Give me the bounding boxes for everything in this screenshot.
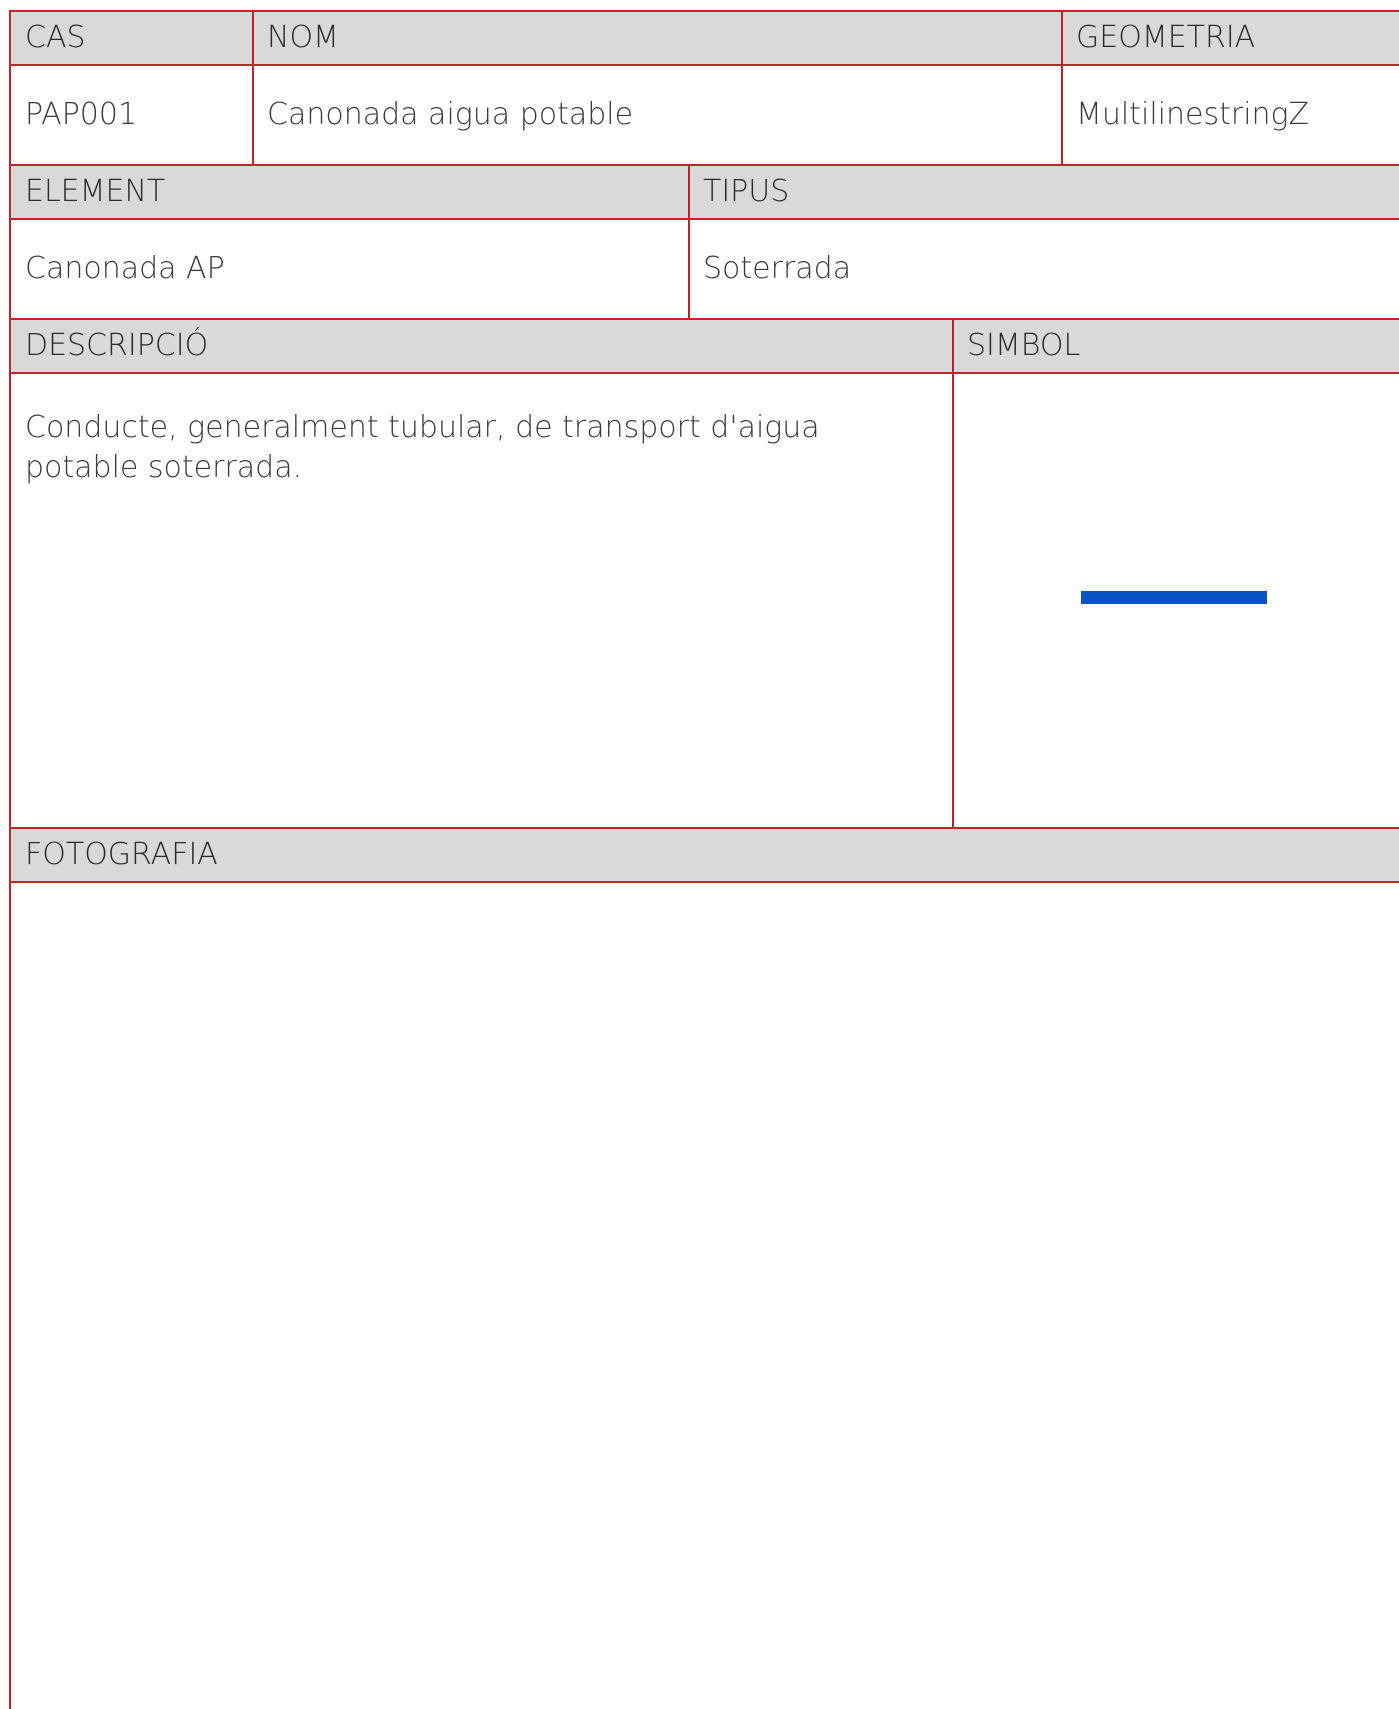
descripcio-value: Conducte, generalment tubular, de transp… <box>25 410 820 485</box>
simbol-header: SIMBOL <box>953 320 1399 372</box>
grid-line <box>10 218 1399 220</box>
tipus-header: TIPUS <box>689 166 1399 218</box>
symbol-line-icon <box>1081 591 1267 604</box>
fotografia-header: FOTOGRAFIA <box>11 829 1399 881</box>
nom-header: NOM <box>253 12 1062 64</box>
element-header: ELEMENT <box>11 166 689 218</box>
grid-line <box>10 164 1399 166</box>
grid-line <box>1061 10 1063 166</box>
geometria-value: MultilinestringZ <box>1062 66 1399 164</box>
element-value: Canonada AP <box>11 220 689 318</box>
element-fitxa: CAS NOM GEOMETRIA PAP001 Canonada aigua … <box>0 0 1399 1709</box>
grid-line <box>952 318 954 829</box>
grid-line <box>10 827 1399 829</box>
grid-line <box>10 372 1399 374</box>
grid-line <box>10 881 1399 883</box>
grid-line <box>10 10 1399 12</box>
cas-header: CAS <box>11 12 253 64</box>
nom-value: Canonada aigua potable <box>253 66 1062 164</box>
grid-line <box>252 10 254 166</box>
tipus-value: Soterrada <box>689 220 1399 318</box>
grid-line <box>10 64 1399 66</box>
geometria-header: GEOMETRIA <box>1062 12 1399 64</box>
grid-line <box>10 318 1399 320</box>
grid-line <box>688 164 690 320</box>
cas-value: PAP001 <box>11 66 253 164</box>
fotografia-area <box>11 883 1399 1709</box>
grid-line <box>9 10 11 1709</box>
descripcio-header: DESCRIPCIÓ <box>11 320 953 372</box>
